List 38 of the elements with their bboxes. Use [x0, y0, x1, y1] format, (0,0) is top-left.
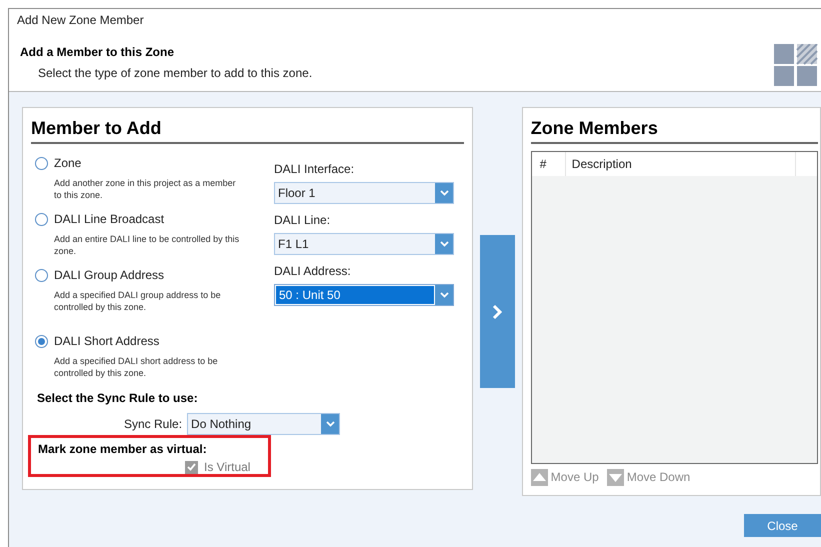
- panel-title: Zone Members: [530, 116, 818, 144]
- option-description: Add an entire DALI line to be controlled by this zone.: [53, 233, 240, 257]
- window-title: Add New Zone Member: [17, 12, 144, 29]
- option-description: Add another zone in this project as a member to this zone.: [53, 177, 237, 201]
- option-label[interactable]: DALI Line Broadcast: [54, 210, 164, 228]
- dropdown[interactable]: F1 L1: [274, 233, 454, 255]
- grid-logo-icon: [774, 44, 818, 86]
- chevron-right-icon: [492, 304, 502, 320]
- dropdown[interactable]: Do Nothing: [187, 413, 340, 435]
- dropdown[interactable]: 50 : Unit 50: [274, 284, 454, 306]
- panel-title: Member to Add: [31, 116, 464, 144]
- option-description: Add a specified DALI short address to be controlled by this zone.: [53, 355, 219, 379]
- field-label: DALI Address:: [274, 263, 352, 280]
- add-member-button[interactable]: [480, 235, 515, 388]
- caret-icon: [440, 292, 448, 298]
- caret-icon: [440, 190, 448, 196]
- sync-heading: Select the Sync Rule to use:: [36, 390, 199, 407]
- virtual-heading: Mark zone member as virtual:: [38, 441, 208, 458]
- field-label: DALI Line:: [274, 212, 332, 229]
- caret-icon: [326, 421, 335, 427]
- caret-icon: [440, 241, 448, 247]
- option-label[interactable]: DALI Short Address: [54, 332, 160, 350]
- column-header: Description: [566, 152, 796, 176]
- header-title: Add a Member to this Zone: [20, 44, 176, 61]
- radio-button[interactable]: [35, 268, 48, 282]
- check-icon: [187, 463, 196, 471]
- dropdown[interactable]: Floor 1: [274, 182, 454, 204]
- radio-button[interactable]: [35, 334, 48, 348]
- header-subtitle: Select the type of zone member to add to this zone.: [37, 65, 312, 82]
- radio-button[interactable]: [35, 212, 48, 226]
- option-label[interactable]: Zone: [54, 154, 82, 172]
- field-label: DALI Interface:: [274, 161, 356, 178]
- column-header: #: [532, 152, 566, 176]
- option-label[interactable]: DALI Group Address: [54, 266, 164, 284]
- sync-rule-label: Sync Rule:: [124, 416, 182, 433]
- radio-button[interactable]: [35, 156, 48, 170]
- option-description: Add a specified DALI group address to be controlled by this zone.: [53, 289, 222, 313]
- checkbox-label: Is Virtual: [204, 459, 250, 476]
